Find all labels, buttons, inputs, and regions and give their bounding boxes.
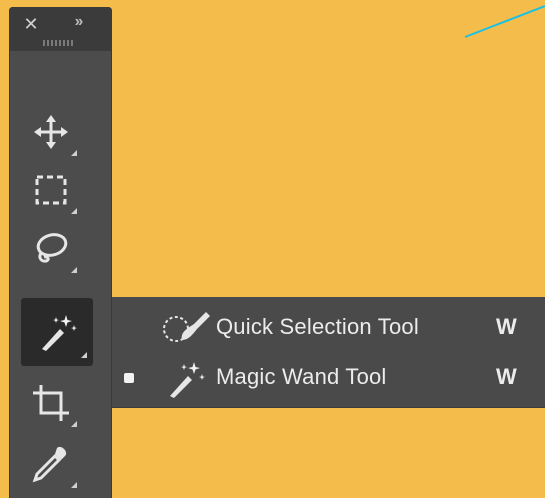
- menu-item-shortcut: W: [496, 314, 517, 339]
- tool-flyout-menu: Quick Selection Tool W Magic Wand Tool W: [112, 297, 545, 407]
- menu-item-shortcut: W: [496, 364, 517, 389]
- tool-magic-wand[interactable]: [21, 298, 93, 366]
- tool-eyedropper[interactable]: [21, 434, 81, 494]
- menu-item-label: Quick Selection Tool: [216, 314, 419, 339]
- workspace-canvas: ✕ ›› Quick Selection Tool W Magic Wand T…: [0, 0, 545, 498]
- tools-panel-header[interactable]: ✕ ››: [9, 7, 112, 51]
- flyout-indicator-icon: [71, 482, 77, 488]
- rectangular-marquee-icon: [35, 175, 67, 205]
- flyout-indicator-icon: [71, 421, 77, 427]
- tool-lasso[interactable]: [21, 219, 81, 279]
- tools-panel: ✕ ››: [9, 7, 112, 498]
- menu-item-quick-selection[interactable]: Quick Selection Tool W: [112, 305, 545, 351]
- magic-wand-icon: [42, 315, 77, 351]
- menu-item-magic-wand[interactable]: Magic Wand Tool W: [112, 355, 545, 401]
- double-chevron-icon[interactable]: ››: [66, 13, 90, 31]
- menu-item-label: Magic Wand Tool: [216, 364, 387, 389]
- tool-marquee[interactable]: [21, 160, 81, 220]
- flyout-indicator-icon: [71, 150, 77, 156]
- flyout-indicator-icon: [81, 352, 87, 358]
- eyedropper-icon: [32, 446, 67, 483]
- move-arrows-icon: [34, 115, 68, 149]
- close-icon[interactable]: ✕: [22, 15, 40, 33]
- magic-wand-icon: [160, 358, 212, 398]
- tool-crop[interactable]: [21, 373, 81, 433]
- panel-grip[interactable]: [43, 40, 75, 46]
- active-tool-indicator: [124, 373, 134, 383]
- tool-move[interactable]: [21, 102, 81, 162]
- crop-icon: [33, 385, 69, 421]
- flyout-indicator-icon: [71, 267, 77, 273]
- quick-selection-brush-icon: [160, 308, 212, 348]
- lasso-icon: [36, 233, 68, 263]
- flyout-indicator-icon: [71, 208, 77, 214]
